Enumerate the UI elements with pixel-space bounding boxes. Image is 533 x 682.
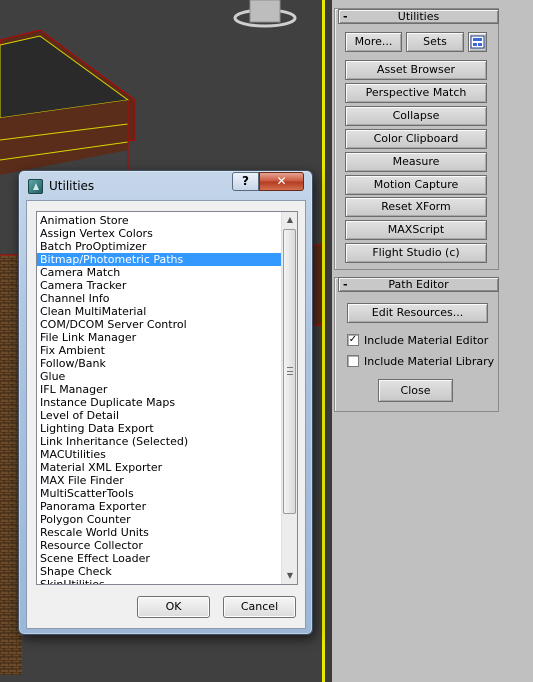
list-item[interactable]: COM/DCOM Server Control (37, 318, 282, 331)
list-item[interactable]: Resource Collector (37, 539, 282, 552)
list-item[interactable]: Scene Effect Loader (37, 552, 282, 565)
utilities-list-items: Animation Store Assign Vertex Colors Batch… (37, 212, 282, 584)
include-material-library-label[interactable]: Include Material Library (364, 355, 494, 368)
dialog-client-area: Animation Store Assign Vertex Colors Batch… (26, 200, 306, 629)
more-button[interactable]: More... (345, 32, 402, 52)
include-material-editor-label[interactable]: Include Material Editor (364, 334, 488, 347)
list-item[interactable]: Batch ProOptimizer (37, 240, 282, 253)
scrollbar-thumb[interactable] (283, 229, 296, 514)
collapse-sign: - (343, 278, 348, 291)
list-item[interactable]: Animation Store (37, 214, 282, 227)
utilities-dialog: Utilities ? ✕ Animation Store Assign Vert… (18, 170, 313, 635)
scroll-up-arrow-icon[interactable]: ▲ (282, 212, 297, 228)
list-item[interactable]: Level of Detail (37, 409, 282, 422)
list-item[interactable]: Instance Duplicate Maps (37, 396, 282, 409)
list-item[interactable]: SkinUtilities (37, 578, 282, 584)
3dsmax-app-icon (28, 179, 43, 194)
cancel-button[interactable]: Cancel (223, 596, 296, 618)
list-item[interactable]: MultiScatterTools (37, 487, 282, 500)
list-item[interactable]: MACUtilities (37, 448, 282, 461)
list-scrollbar[interactable]: ▲ ▼ (281, 212, 297, 584)
help-button[interactable]: ? (232, 172, 259, 191)
list-item[interactable]: Camera Match (37, 266, 282, 279)
include-material-editor-checkbox[interactable]: ✓ (347, 334, 359, 346)
list-item[interactable]: Lighting Data Export (37, 422, 282, 435)
list-item[interactable]: Link Inheritance (Selected) (37, 435, 282, 448)
collapse-sign: - (343, 10, 348, 23)
list-item[interactable]: Glue (37, 370, 282, 383)
utility-button-reset-xform[interactable]: Reset XForm (345, 197, 487, 217)
list-item[interactable]: Rescale World Units (37, 526, 282, 539)
scroll-down-arrow-icon[interactable]: ▼ (282, 568, 297, 584)
sets-button[interactable]: Sets (406, 32, 464, 52)
list-item[interactable]: Panorama Exporter (37, 500, 282, 513)
command-panel: - Utilities More... Sets Asset Browser P… (332, 0, 533, 682)
list-item[interactable]: Fix Ambient (37, 344, 282, 357)
rollout-title: Path Editor (388, 278, 449, 291)
grip-icon (287, 367, 293, 375)
configure-sets-icon[interactable] (468, 32, 487, 52)
utility-button-color-clipboard[interactable]: Color Clipboard (345, 129, 487, 149)
panel-divider (325, 0, 332, 682)
configure-button-icon (470, 35, 485, 49)
list-item[interactable]: MAX File Finder (37, 474, 282, 487)
list-item[interactable]: File Link Manager (37, 331, 282, 344)
utilities-rollout-header[interactable]: - Utilities (338, 9, 499, 24)
list-item[interactable]: Camera Tracker (37, 279, 282, 292)
utilities-list[interactable]: Animation Store Assign Vertex Colors Batch… (36, 211, 298, 585)
utility-button-measure[interactable]: Measure (345, 152, 487, 172)
list-item[interactable]: Bitmap/Photometric Paths (37, 253, 282, 266)
edit-resources-button[interactable]: Edit Resources... (347, 303, 488, 323)
utility-button-perspective-match[interactable]: Perspective Match (345, 83, 487, 103)
include-material-library-checkbox[interactable] (347, 355, 359, 367)
list-item[interactable]: IFL Manager (37, 383, 282, 396)
utility-button-asset-browser[interactable]: Asset Browser (345, 60, 487, 80)
path-editor-rollout-header[interactable]: - Path Editor (338, 277, 499, 292)
list-item[interactable]: Clean MultiMaterial (37, 305, 282, 318)
list-item[interactable]: Channel Info (37, 292, 282, 305)
utility-button-maxscript[interactable]: MAXScript (345, 220, 487, 240)
list-item[interactable]: Shape Check (37, 565, 282, 578)
list-item[interactable]: Follow/Bank (37, 357, 282, 370)
rollout-title: Utilities (397, 10, 440, 23)
close-icon[interactable]: ✕ (259, 172, 304, 191)
ok-button[interactable]: OK (137, 596, 210, 618)
list-item[interactable]: Polygon Counter (37, 513, 282, 526)
utility-button-motion-capture[interactable]: Motion Capture (345, 175, 487, 195)
dialog-title: Utilities (49, 179, 95, 193)
list-item[interactable]: Material XML Exporter (37, 461, 282, 474)
utility-button-flight-studio[interactable]: Flight Studio (c) (345, 243, 487, 263)
list-item[interactable]: Assign Vertex Colors (37, 227, 282, 240)
utility-button-collapse[interactable]: Collapse (345, 106, 487, 126)
close-button[interactable]: Close (378, 379, 453, 402)
